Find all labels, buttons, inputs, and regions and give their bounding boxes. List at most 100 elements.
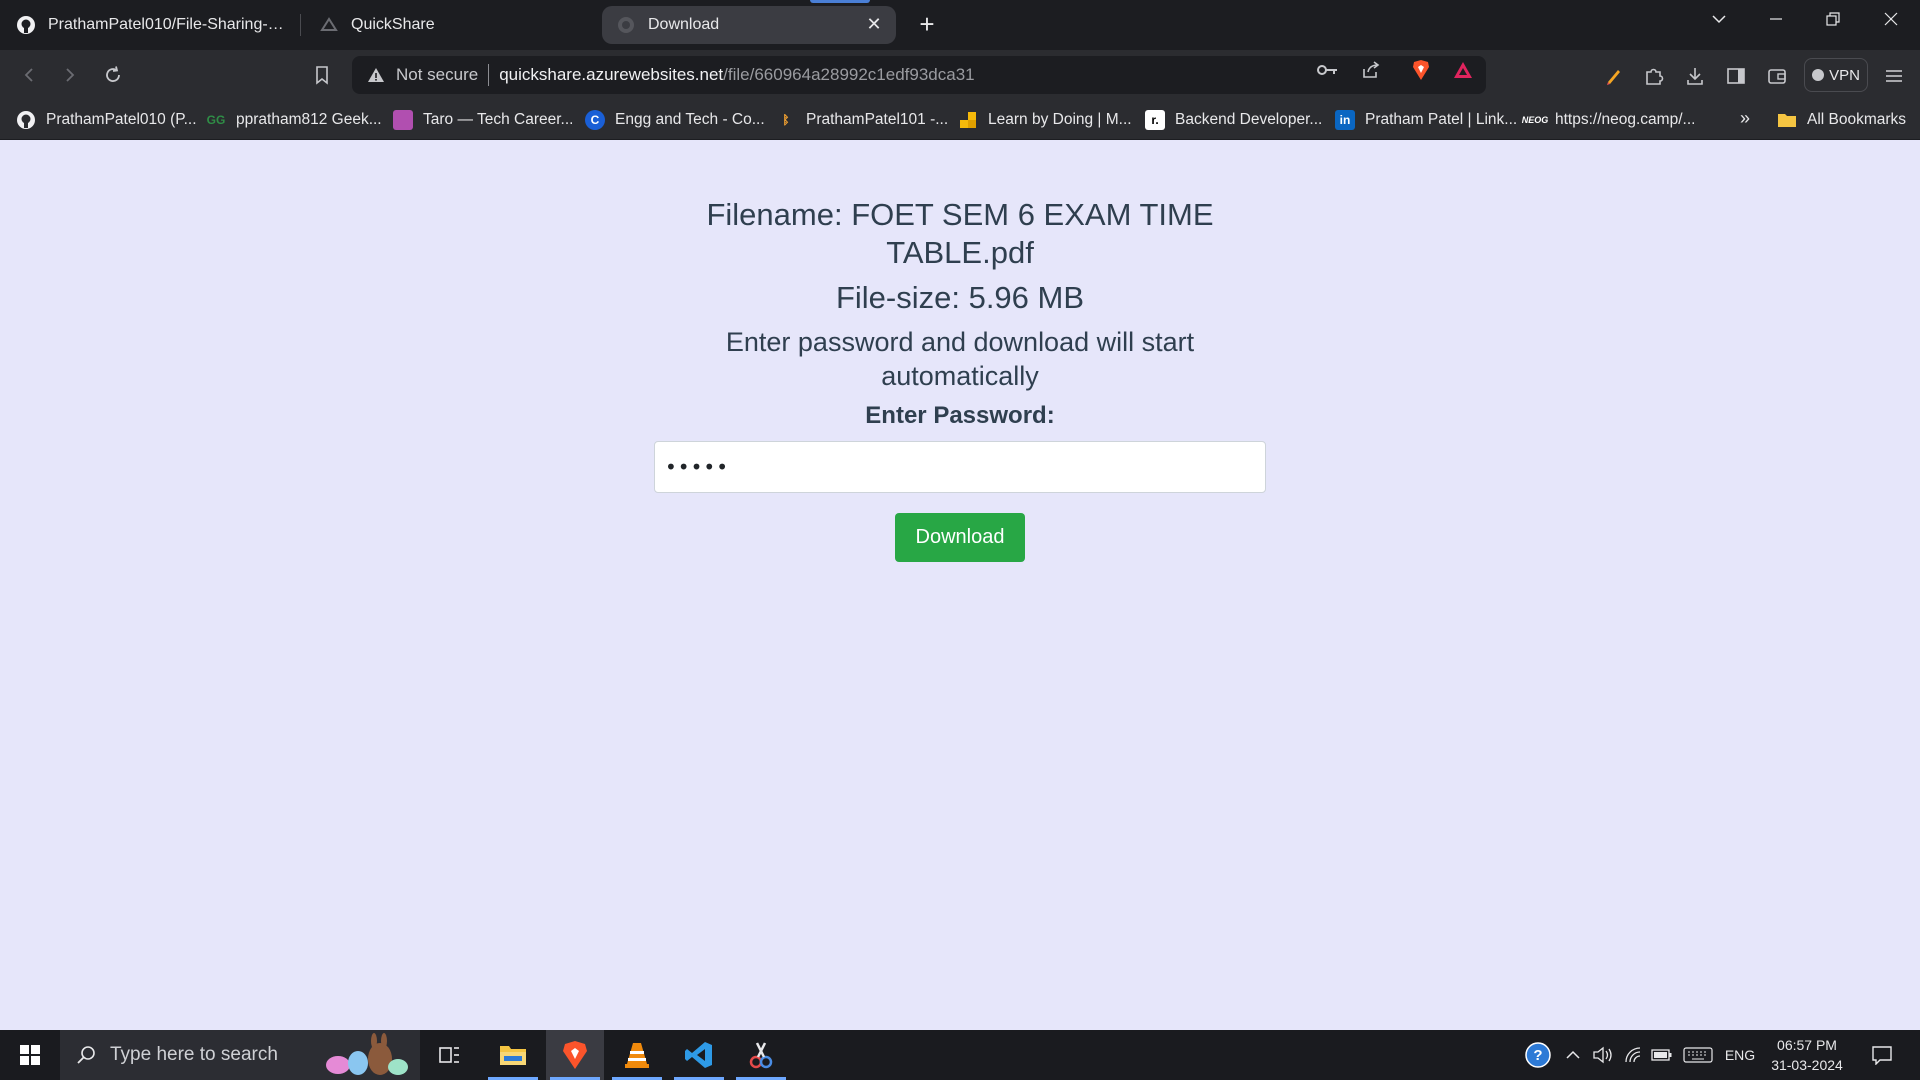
task-view-icon[interactable] <box>420 1030 478 1080</box>
browser-toolbar: Not secure quickshare.azurewebsites.net … <box>0 50 1920 100</box>
bookmark-label: ppratham812 Geek... <box>236 111 382 128</box>
help-icon[interactable]: ? <box>1522 1030 1554 1080</box>
tab-search-icon[interactable] <box>1692 0 1746 38</box>
file-explorer-icon[interactable] <box>484 1030 542 1080</box>
url-host: quickshare.azurewebsites.net <box>499 65 724 84</box>
leetcode-icon: ᛔ <box>782 113 790 127</box>
volume-icon[interactable] <box>1588 1030 1618 1080</box>
security-label[interactable]: Not secure <box>396 65 478 85</box>
learn-icon <box>958 110 978 130</box>
url-divider <box>488 64 490 86</box>
github-icon <box>16 110 36 130</box>
vpn-label: VPN <box>1829 66 1860 84</box>
bookmark-label: PrathamPatel101 -... <box>806 111 949 128</box>
quickshare-icon <box>319 15 339 35</box>
bookmark-label: Backend Developer... <box>1175 111 1323 128</box>
key-icon[interactable] <box>1317 59 1339 81</box>
roadmap-icon: r. <box>1145 110 1165 130</box>
vpn-status-icon <box>1812 69 1825 81</box>
brave-browser-icon[interactable] <box>546 1030 604 1080</box>
bookmark-backend-roadmap[interactable]: r. Backend Developer... <box>1145 108 1322 132</box>
forward-icon[interactable] <box>55 60 85 90</box>
tab-title: Download <box>648 16 720 33</box>
new-tab-button[interactable]: + <box>912 10 942 40</box>
clock-date: 31-03-2024 <box>1771 1057 1843 1073</box>
minimize-icon[interactable] <box>1749 0 1803 38</box>
warning-icon[interactable] <box>366 65 386 85</box>
globe-icon <box>616 15 636 35</box>
vlc-icon[interactable] <box>608 1030 666 1080</box>
close-window-icon[interactable] <box>1864 0 1918 38</box>
tab-strip: PrathamPatel010/File-Sharing-App: 1 Quic… <box>0 0 1920 50</box>
password-input[interactable] <box>654 441 1266 493</box>
close-tab-icon[interactable]: ✕ <box>864 14 884 34</box>
bookmark-icon[interactable] <box>307 60 337 90</box>
taskbar: Type here to search ? ENG 06:57 PM 31-03… <box>0 1030 1920 1080</box>
bookmark-learn-by-doing[interactable]: Learn by Doing | M... <box>958 108 1132 132</box>
download-button[interactable]: Download <box>895 513 1025 562</box>
bookmark-label: All Bookmarks <box>1807 111 1907 128</box>
bookmark-taro[interactable]: Taro — Tech Career... <box>393 108 573 132</box>
windows-start-icon[interactable] <box>0 1030 60 1080</box>
address-bar[interactable]: Not secure quickshare.azurewebsites.net … <box>352 56 1486 94</box>
bookmark-leetcode[interactable]: ᛔ PrathamPatel101 -... <box>776 108 948 132</box>
sidebar-icon[interactable] <box>1723 63 1749 89</box>
brave-rewards-icon[interactable] <box>1452 59 1474 81</box>
bookmark-label: Learn by Doing | M... <box>988 111 1132 128</box>
keyboard-icon[interactable] <box>1680 1030 1716 1080</box>
page-content: Filename: FOET SEM 6 EXAM TIME TABLE.pdf… <box>0 141 1920 1030</box>
extensions-icon[interactable] <box>1641 63 1667 89</box>
back-icon[interactable] <box>14 60 44 90</box>
snipping-tool-icon[interactable] <box>732 1030 790 1080</box>
filename-heading: Filename: FOET SEM 6 EXAM TIME TABLE.pdf <box>706 197 1214 270</box>
gfg-icon: GG <box>206 113 226 127</box>
folder-icon <box>1777 110 1797 130</box>
tab-download[interactable]: Download ✕ <box>602 6 896 44</box>
bookmark-linkedin[interactable]: in Pratham Patel | Link... <box>1335 108 1517 132</box>
search-placeholder: Type here to search <box>110 1044 278 1065</box>
bookmark-geeksforgeeks[interactable]: GG ppratham812 Geek... <box>206 108 382 132</box>
tab-quickshare[interactable]: QuickShare <box>305 6 595 44</box>
bookmark-neog[interactable]: NEOG https://neog.camp/... <box>1521 108 1696 132</box>
tab-github[interactable]: PrathamPatel010/File-Sharing-App: 1 <box>2 6 298 44</box>
bookmark-label: Engg and Tech - Co... <box>615 111 765 128</box>
clock-time: 06:57 PM <box>1777 1037 1837 1053</box>
notifications-icon[interactable] <box>1862 1030 1902 1080</box>
show-hidden-icons-icon[interactable] <box>1560 1030 1586 1080</box>
taskbar-search[interactable]: Type here to search <box>60 1030 420 1080</box>
all-bookmarks-folder[interactable]: All Bookmarks <box>1777 108 1906 132</box>
clock[interactable]: 06:57 PM 31-03-2024 <box>1762 1035 1852 1075</box>
vscode-icon[interactable] <box>670 1030 728 1080</box>
language-indicator[interactable]: ENG <box>1720 1030 1760 1080</box>
network-icon[interactable] <box>1620 1030 1648 1080</box>
downloads-icon[interactable] <box>1682 63 1708 89</box>
vpn-button[interactable]: VPN <box>1804 58 1868 92</box>
github-icon <box>16 15 36 35</box>
instruction-text: Enter password and download will start a… <box>725 327 1195 391</box>
filesize-heading: File-size: 5.96 MB <box>835 280 1085 315</box>
battery-icon[interactable] <box>1648 1030 1676 1080</box>
tab-title: QuickShare <box>351 16 435 33</box>
taro-icon <box>393 110 413 130</box>
bookmark-label: https://neog.camp/... <box>1555 111 1696 128</box>
c-icon: C <box>585 110 605 130</box>
brave-shields-icon[interactable] <box>1410 59 1432 81</box>
reload-icon[interactable] <box>98 60 128 90</box>
menu-icon[interactable] <box>1881 63 1907 89</box>
url-path: /file/660964a28992c1edf93dca31 <box>723 65 975 84</box>
pencil-extension-icon[interactable] <box>1601 63 1627 89</box>
search-icon <box>76 1045 96 1065</box>
tab-activity-indicator <box>810 0 870 3</box>
easter-eggs-icon <box>322 1033 412 1077</box>
more-bookmarks-button[interactable]: » <box>1740 108 1750 129</box>
share-icon[interactable] <box>1360 59 1382 81</box>
bookmarks-bar: PrathamPatel010 (P... GG ppratham812 Gee… <box>0 100 1920 140</box>
tab-title: PrathamPatel010/File-Sharing-App: 1 <box>48 16 284 33</box>
neog-icon: NEOG <box>1521 115 1549 125</box>
bookmark-github[interactable]: PrathamPatel010 (P... <box>16 108 197 132</box>
download-card: Filename: FOET SEM 6 EXAM TIME TABLE.pdf… <box>654 196 1266 562</box>
svg-text:?: ? <box>1533 1047 1542 1064</box>
restore-icon[interactable] <box>1806 0 1860 38</box>
bookmark-engg-tech[interactable]: C Engg and Tech - Co... <box>585 108 765 132</box>
wallet-icon[interactable] <box>1764 63 1790 89</box>
